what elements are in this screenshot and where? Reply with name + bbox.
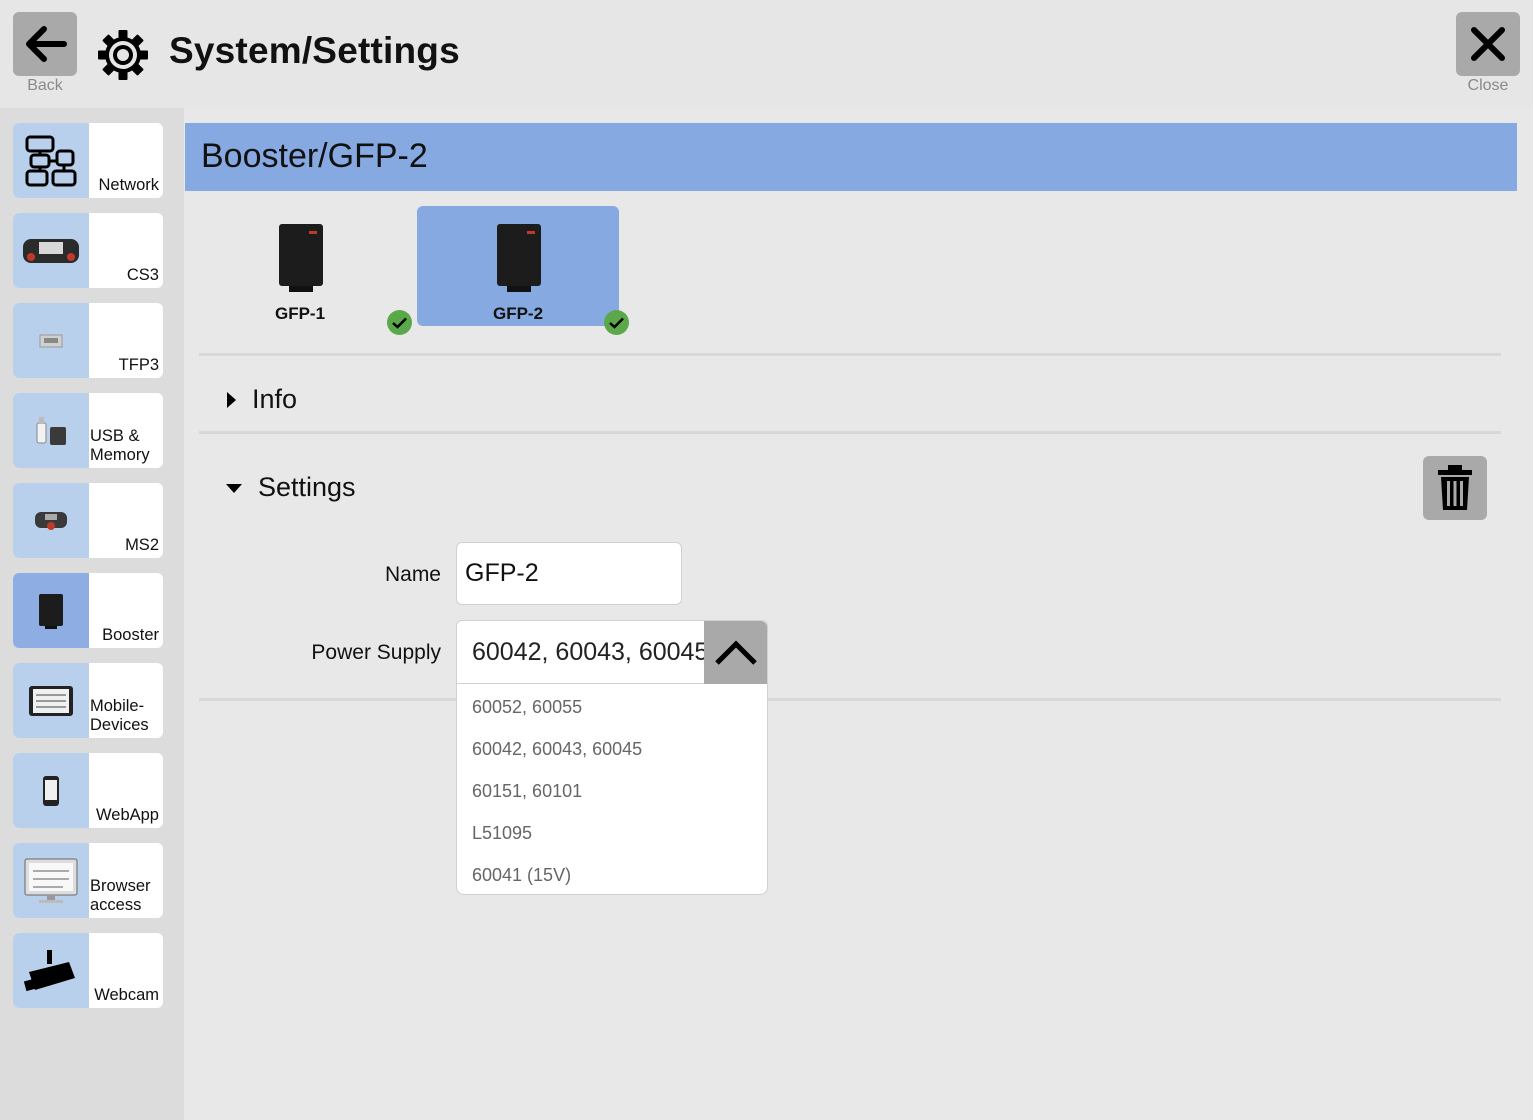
divider xyxy=(199,353,1501,356)
settings-section-label: Settings xyxy=(258,472,356,502)
dropdown-option[interactable]: 60151, 60101 xyxy=(472,781,582,802)
dropdown-option[interactable]: 60042, 60043, 60045 xyxy=(472,739,642,760)
top-bar: Back System/Settings Close xyxy=(0,0,1533,108)
info-section-header[interactable]: Info xyxy=(224,384,297,415)
sidebar: Network CS3 TFP3 USB & Memory MS2 Booste… xyxy=(0,108,184,1120)
sidebar-item-booster[interactable]: Booster xyxy=(13,573,163,648)
sidebar-item-label: USB & Memory xyxy=(90,427,150,464)
divider xyxy=(199,431,1501,434)
tfp3-icon xyxy=(13,303,89,378)
ms2-icon xyxy=(13,483,89,558)
dropdown-option[interactable]: 60041 (15V) xyxy=(472,865,571,886)
device-label: GFP-2 xyxy=(492,304,544,323)
gear-icon xyxy=(98,30,148,80)
main-panel: Booster/GFP-2 GFP-1 GFP-2 Info Settings xyxy=(184,108,1533,1120)
sidebar-item-webapp[interactable]: WebApp xyxy=(13,753,163,828)
sidebar-item-label: WebApp xyxy=(96,806,159,824)
browser-access-icon xyxy=(13,843,89,918)
network-icon xyxy=(13,123,89,198)
trash-icon xyxy=(1438,465,1472,510)
section-title: Booster/GFP-2 xyxy=(201,137,428,175)
divider xyxy=(199,698,1501,701)
check-icon xyxy=(604,310,629,335)
mobile-devices-icon xyxy=(13,663,89,738)
sidebar-item-usb-memory[interactable]: USB & Memory xyxy=(13,393,163,468)
sidebar-item-browser-access[interactable]: Browser access xyxy=(13,843,163,918)
settings-section-header[interactable]: Settings xyxy=(224,472,356,503)
delete-button[interactable] xyxy=(1423,456,1487,520)
arrow-left-icon xyxy=(26,26,67,62)
device-label: GFP-1 xyxy=(274,304,326,323)
power-supply-select[interactable]: 60042, 60043, 60045 xyxy=(456,620,768,684)
close-icon xyxy=(1471,27,1505,61)
booster-device-icon xyxy=(279,224,323,292)
name-label: Name xyxy=(384,563,441,586)
sidebar-item-label: Webcam xyxy=(94,986,159,1004)
check-icon xyxy=(387,310,412,335)
booster-icon xyxy=(13,573,89,648)
caret-right-icon xyxy=(227,391,236,408)
cs3-icon xyxy=(13,213,89,288)
close-caption: Close xyxy=(1467,77,1509,94)
section-title-bar: Booster/GFP-2 xyxy=(185,123,1517,191)
back-caption: Back xyxy=(27,77,63,94)
sidebar-item-label: Browser access xyxy=(90,877,151,914)
sidebar-item-label: TFP3 xyxy=(118,356,159,374)
dropdown-toggle-button[interactable] xyxy=(704,621,767,684)
power-supply-label: Power Supply xyxy=(311,641,441,664)
chevron-up-icon xyxy=(714,639,757,665)
webapp-icon xyxy=(13,753,89,828)
back-button[interactable] xyxy=(13,12,77,76)
sidebar-item-network[interactable]: Network xyxy=(13,123,163,198)
sidebar-item-ms2[interactable]: MS2 xyxy=(13,483,163,558)
sidebar-item-webcam[interactable]: Webcam xyxy=(13,933,163,1008)
caret-down-icon xyxy=(226,483,242,493)
sidebar-item-label: Network xyxy=(98,176,159,194)
dropdown-option[interactable]: L51095 xyxy=(472,823,532,844)
power-supply-value: 60042, 60043, 60045 xyxy=(472,638,709,666)
usb-memory-icon xyxy=(13,393,89,468)
sidebar-item-cs3[interactable]: CS3 xyxy=(13,213,163,288)
sidebar-item-tfp3[interactable]: TFP3 xyxy=(13,303,163,378)
page-title: System/Settings xyxy=(169,30,460,71)
name-field[interactable] xyxy=(456,542,682,605)
device-card-gfp-1[interactable]: GFP-1 xyxy=(199,206,401,326)
device-card-gfp-2[interactable]: GFP-2 xyxy=(417,206,619,326)
power-supply-options: 60052, 60055 60042, 60043, 60045 60151, … xyxy=(456,684,768,895)
webcam-icon xyxy=(13,933,89,1008)
booster-device-icon xyxy=(497,224,541,292)
dropdown-option[interactable]: 60052, 60055 xyxy=(472,697,582,718)
sidebar-item-label: Booster xyxy=(102,626,159,644)
sidebar-item-label: Mobile-Devices xyxy=(90,697,149,734)
sidebar-item-label: MS2 xyxy=(125,536,159,554)
info-section-label: Info xyxy=(252,384,298,414)
sidebar-item-mobile-devices[interactable]: Mobile-Devices xyxy=(13,663,163,738)
close-button[interactable] xyxy=(1456,12,1520,76)
sidebar-item-label: CS3 xyxy=(126,266,159,284)
